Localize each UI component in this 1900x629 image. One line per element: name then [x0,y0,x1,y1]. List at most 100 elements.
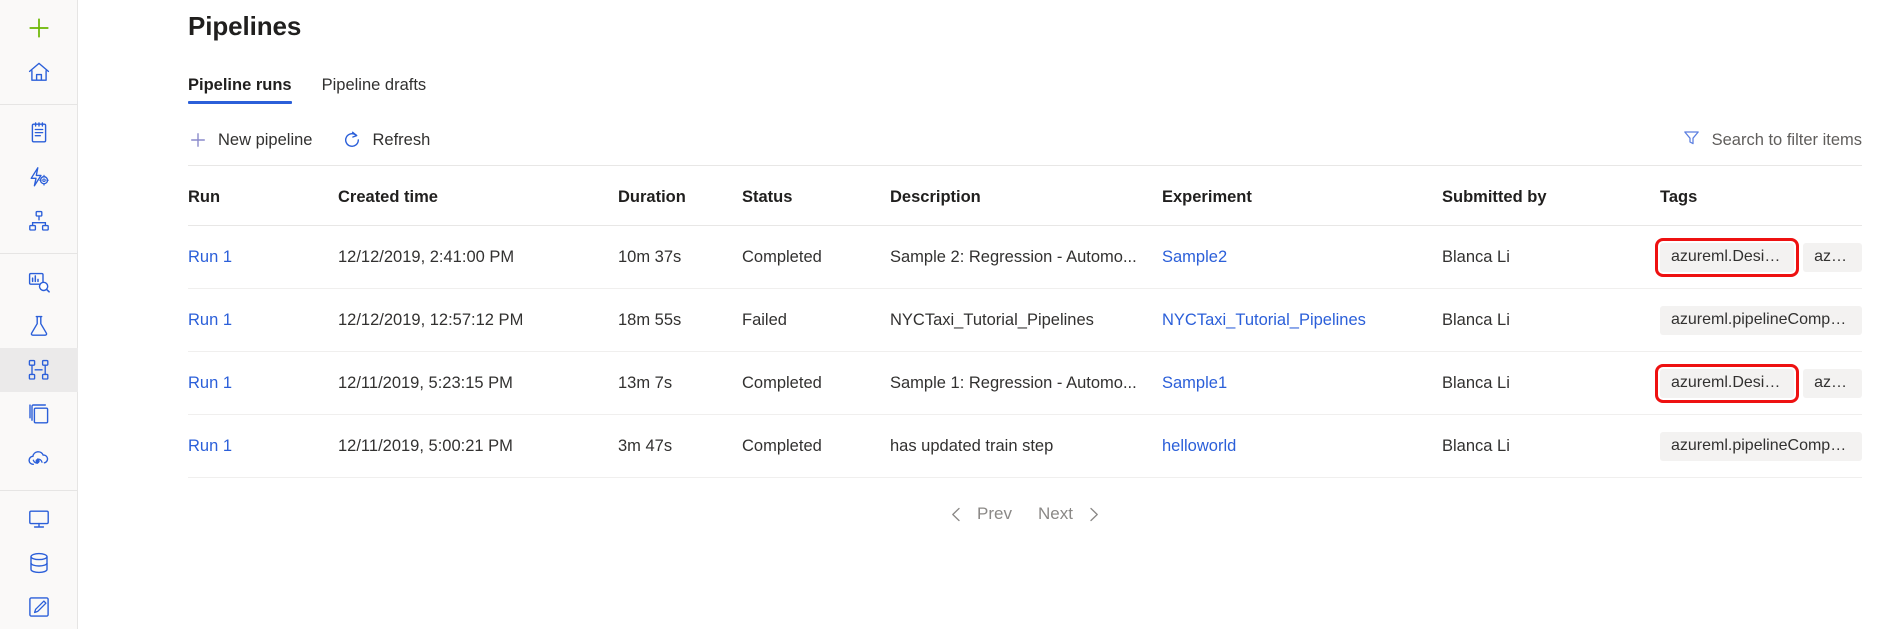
cell-tags: azureml.Designer: true azure... [1660,226,1862,289]
sidebar-group-0 [0,0,77,104]
next-page-label: Next [1038,504,1073,524]
search-filter-label: Search to filter items [1712,131,1862,150]
cell-created-time: 12/12/2019, 2:41:00 PM [338,226,618,289]
tag-chip[interactable]: azure... [1803,243,1862,272]
search-filter-button[interactable]: Search to filter items [1682,128,1862,152]
compute-monitor-icon [26,506,52,532]
experiment-link[interactable]: NYCTaxi_Tutorial_Pipelines [1162,311,1366,329]
sidebar-group-2 [0,253,77,490]
pagination: Prev Next [188,504,1862,524]
sidebar-item-endpoints[interactable] [0,436,78,480]
sidebar-item-automated-ml[interactable] [0,155,78,199]
run-link[interactable]: Run 1 [188,311,232,329]
experiment-link[interactable]: helloworld [1162,437,1236,455]
sidebar-group-1 [0,104,77,253]
cell-duration: 18m 55s [618,289,742,352]
sidebar-item-notebooks[interactable] [0,111,78,155]
column-header-duration[interactable]: Duration [618,166,742,226]
experiment-link[interactable]: Sample1 [1162,374,1227,392]
tag-chip-highlighted[interactable]: azureml.Designer: true [1660,243,1794,272]
run-link[interactable]: Run 1 [188,248,232,266]
labeling-pencil-icon [26,594,52,620]
command-bar: New pipeline Refresh Search [110,122,1900,158]
datasets-icon [26,269,52,295]
page-title: Pipelines [110,0,1900,42]
table-header: RunCreated timeDurationStatusDescription… [188,166,1862,226]
next-page-button[interactable]: Next [1038,504,1102,524]
sidebar-item-datasets[interactable] [0,260,78,304]
cell-run: Run 1 [188,352,338,415]
table-body: Run 1 12/12/2019, 2:41:00 PM10m 37sComple… [188,226,1862,478]
tag-chip[interactable]: azureml.pipelineComponent: pi... [1660,306,1862,335]
sidebar-item-home[interactable] [0,50,78,94]
cell-description: has updated train step [890,415,1162,478]
app-root: Pipelines Pipeline runs Pipeline drafts N… [0,0,1900,629]
designer-icon [26,208,52,234]
sidebar-item-models[interactable] [0,392,78,436]
table-row[interactable]: Run 1 12/12/2019, 12:57:12 PM18m 55sFaile… [188,289,1862,352]
refresh-button[interactable]: Refresh [342,130,430,150]
automated-ml-icon [26,164,52,190]
cell-tags: azureml.pipelineComponent: pi... [1660,289,1862,352]
cell-submitted-by: Blanca Li [1442,415,1660,478]
cell-status: Completed [742,352,890,415]
sidebar-item-experiments[interactable] [0,304,78,348]
table-row[interactable]: Run 1 12/12/2019, 2:41:00 PM10m 37sComple… [188,226,1862,289]
cell-run: Run 1 [188,289,338,352]
column-header-experiment[interactable]: Experiment [1162,166,1442,226]
cell-description: Sample 2: Regression - Automo... [890,226,1162,289]
sidebar-item-pipelines[interactable] [0,348,78,392]
tag-chip[interactable]: azure... [1803,369,1862,398]
tag-chip[interactable]: azureml.pipelineComponent: pi... [1660,432,1862,461]
cell-submitted-by: Blanca Li [1442,226,1660,289]
cell-duration: 10m 37s [618,226,742,289]
plus-icon [26,15,52,41]
cell-created-time: 12/12/2019, 12:57:12 PM [338,289,618,352]
experiment-link[interactable]: Sample2 [1162,248,1227,266]
prev-page-label: Prev [977,504,1012,524]
table-row[interactable]: Run 1 12/11/2019, 5:23:15 PM13m 7sComplet… [188,352,1862,415]
tag-chip-highlighted[interactable]: azureml.Designer: true [1660,369,1794,398]
datastores-icon [26,550,52,576]
cell-experiment: Sample1 [1162,352,1442,415]
sidebar-item-compute[interactable] [0,497,78,541]
sidebar-item-new[interactable] [0,6,78,50]
tab-pipeline-drafts[interactable]: Pipeline drafts [322,76,427,104]
chevron-left-icon [948,506,965,523]
run-link[interactable]: Run 1 [188,437,232,455]
column-header-status[interactable]: Status [742,166,890,226]
table-header-row: RunCreated timeDurationStatusDescription… [188,166,1862,226]
sidebar-item-datastores[interactable] [0,541,78,585]
column-header-tags[interactable]: Tags [1660,166,1862,226]
cell-status: Completed [742,226,890,289]
endpoints-cloud-icon [26,445,52,471]
cell-description: NYCTaxi_Tutorial_Pipelines [890,289,1162,352]
tag-list: azureml.Designer: true azure... [1660,243,1862,272]
experiments-flask-icon [26,313,52,339]
cell-run: Run 1 [188,226,338,289]
cell-created-time: 12/11/2019, 5:23:15 PM [338,352,618,415]
cell-experiment: helloworld [1162,415,1442,478]
cell-status: Failed [742,289,890,352]
sidebar-item-data-labeling[interactable] [0,585,78,629]
column-header-submitted-by[interactable]: Submitted by [1442,166,1660,226]
cell-submitted-by: Blanca Li [1442,289,1660,352]
run-link[interactable]: Run 1 [188,374,232,392]
tab-pipeline-runs[interactable]: Pipeline runs [188,76,292,104]
refresh-icon [342,130,362,150]
column-header-created-time[interactable]: Created time [338,166,618,226]
cell-experiment: Sample2 [1162,226,1442,289]
column-header-run[interactable]: Run [188,166,338,226]
column-header-description[interactable]: Description [890,166,1162,226]
prev-page-button[interactable]: Prev [948,504,1012,524]
table-row[interactable]: Run 112/11/2019, 5:00:21 PM3m 47sComplet… [188,415,1862,478]
chevron-right-icon [1085,506,1102,523]
cell-duration: 13m 7s [618,352,742,415]
new-pipeline-button[interactable]: New pipeline [188,130,312,150]
pipelines-icon [26,357,52,383]
sidebar-item-designer[interactable] [0,199,78,243]
pipeline-runs-table: RunCreated timeDurationStatusDescription… [188,166,1862,478]
main-content: Pipelines Pipeline runs Pipeline drafts N… [78,0,1900,629]
notebook-icon [26,120,52,146]
tag-list: azureml.Designer: true azure... [1660,369,1862,398]
